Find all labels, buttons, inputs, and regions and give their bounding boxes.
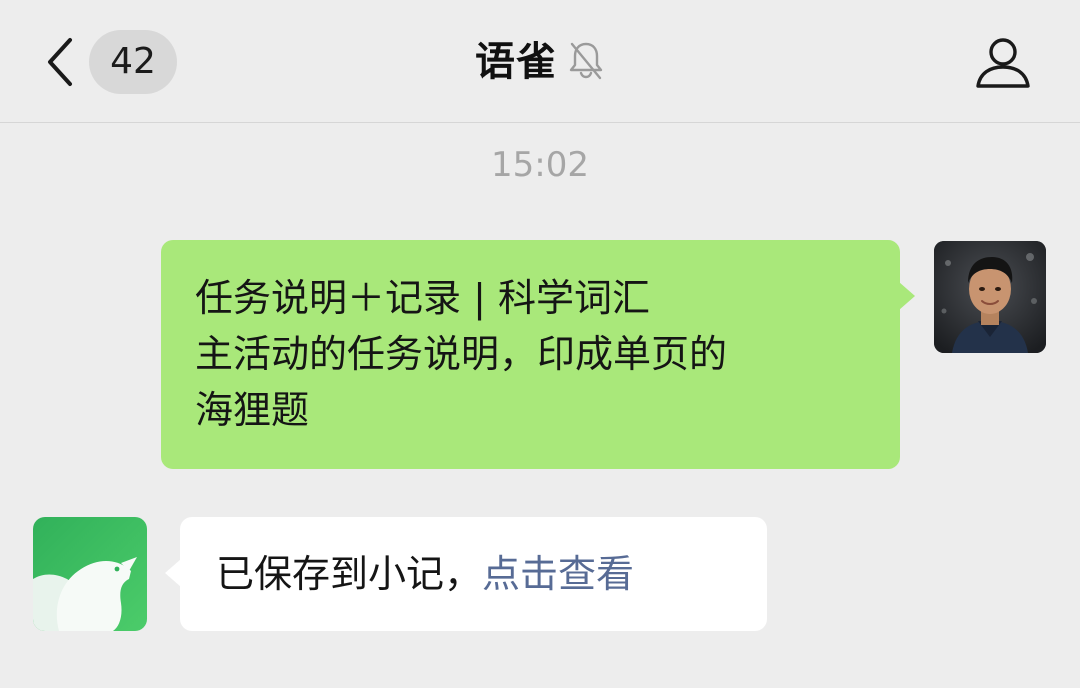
- person-icon: [976, 38, 1030, 88]
- bubble-tail: [165, 559, 181, 587]
- incoming-message-bubble[interactable]: 已保存到小记，点击查看: [165, 517, 767, 631]
- chat-header: 42 语雀: [0, 0, 1080, 123]
- message-timestamp: 15:02: [491, 145, 589, 185]
- bubble-tail: [899, 282, 915, 310]
- bell-slash-icon: [567, 40, 605, 80]
- incoming-message-text: 已保存到小记，点击查看: [216, 517, 731, 631]
- my-avatar[interactable]: [934, 241, 1046, 353]
- outgoing-message-bubble[interactable]: 任务说明＋记录 | 科学词汇 主活动的任务说明，印成单页的 海狸题: [161, 240, 915, 469]
- chat-title: 语雀: [475, 39, 557, 85]
- outgoing-message-text: 任务说明＋记录 | 科学词汇 主活动的任务说明，印成单页的 海狸题: [195, 276, 728, 432]
- saved-notice-text: 已保存到小记，: [216, 552, 483, 596]
- yuque-logo-icon: [33, 517, 147, 631]
- view-note-link[interactable]: 点击查看: [482, 552, 634, 596]
- chat-info-button[interactable]: [972, 34, 1034, 92]
- bot-avatar[interactable]: [33, 517, 147, 631]
- chat-title-area: 语雀: [0, 30, 1080, 94]
